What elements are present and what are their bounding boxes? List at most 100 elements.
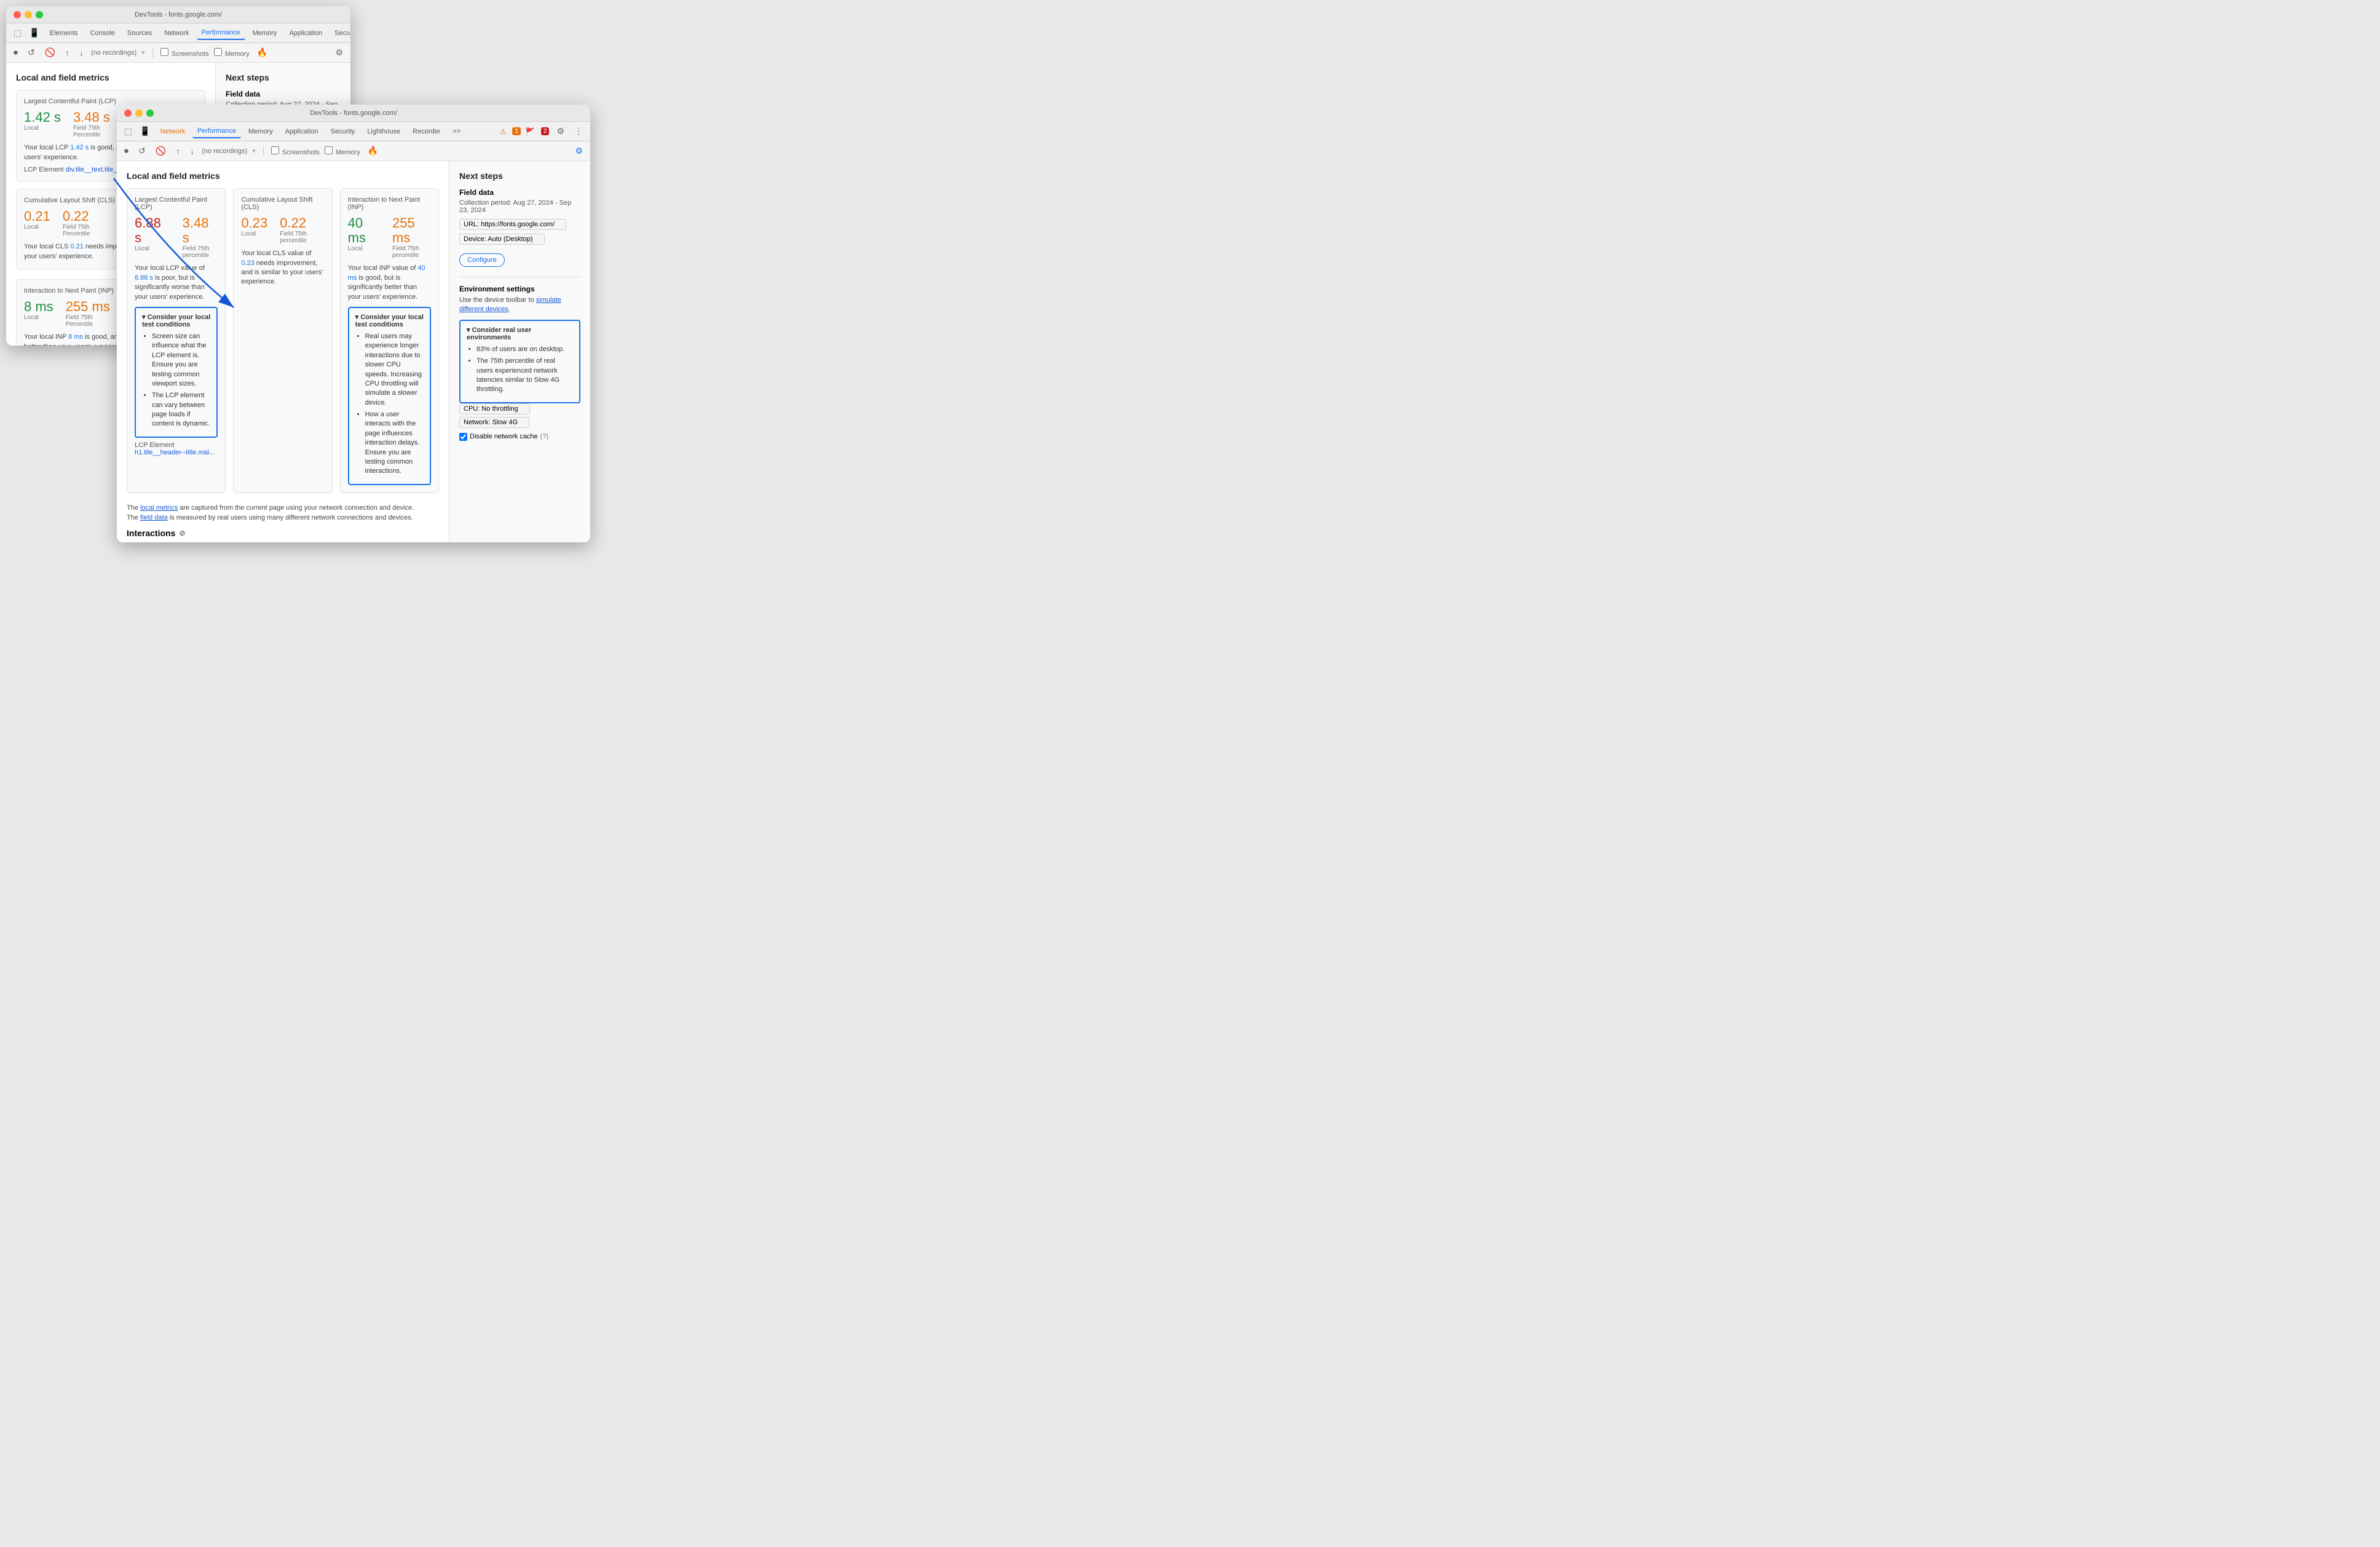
cls-desc-front: Your local CLS value of 0.23 needs impro… xyxy=(241,249,324,287)
url-dropdown-front[interactable]: URL: https://fonts.google.com/ xyxy=(459,219,566,230)
env-title-front: Environment settings xyxy=(459,285,580,293)
simulate-devices-link[interactable]: simulate different devices xyxy=(459,296,561,313)
minimize-button-front[interactable] xyxy=(135,109,143,117)
close-button[interactable] xyxy=(14,11,21,18)
field-data-title-back: Field data xyxy=(226,90,341,98)
toolbar2-front: ⏺ ↺ 🚫 ↑ ↓ (no recordings) ▾ Screenshots … xyxy=(117,141,590,161)
lcp-consider-item-2: The LCP element can vary between page lo… xyxy=(152,391,210,429)
devtools-inspect-icon[interactable]: ⬚ xyxy=(11,26,24,39)
lcp-element-value-front[interactable]: h1.tile__header--title.mai... xyxy=(135,449,215,456)
maximize-button-front[interactable] xyxy=(146,109,154,117)
memory-label: Memory xyxy=(214,48,250,58)
interactions-heading: Interactions ⊘ xyxy=(127,528,439,538)
error-icon-front: 🚩 xyxy=(526,127,535,136)
tab-memory-front[interactable]: Memory xyxy=(243,125,278,138)
error-count-front: 2 xyxy=(541,127,550,135)
memory-checkbox-front[interactable] xyxy=(325,146,333,154)
download-icon-front[interactable]: ↓ xyxy=(188,145,197,157)
next-steps-title-front: Next steps xyxy=(459,171,580,181)
separator-front xyxy=(263,146,264,156)
cls-field-back: 0.22 Field 75th Percentile xyxy=(63,209,90,237)
inp-consider-box-front: ▾ Consider your local test conditions Re… xyxy=(348,307,431,485)
dropdown-arrow[interactable]: ▾ xyxy=(141,49,145,57)
configure-button-front[interactable]: Configure xyxy=(459,253,505,267)
lcp-title-front: Largest Contentful Paint (LCP) xyxy=(135,196,218,211)
field-data-link[interactable]: field data xyxy=(140,514,168,521)
tab-performance-front[interactable]: Performance xyxy=(192,125,241,138)
upload-icon[interactable]: ↑ xyxy=(63,47,72,59)
tab-sources[interactable]: Sources xyxy=(122,27,157,39)
lcp-local-label-back: Local xyxy=(24,125,61,132)
metrics-row-front: Largest Contentful Paint (LCP) 6.88 s Lo… xyxy=(127,188,439,493)
tab-elements[interactable]: Elements xyxy=(45,27,83,39)
flame-icon-front[interactable]: 🔥 xyxy=(365,144,381,157)
disable-cache-checkbox[interactable] xyxy=(459,433,467,441)
content-right-front: Next steps Field data Collection period:… xyxy=(449,161,590,542)
lcp-field-sublabel-back: Percentile xyxy=(73,132,110,138)
no-recordings-front: (no recordings) xyxy=(202,148,247,155)
perf-settings-icon-front[interactable]: ⚙ xyxy=(572,144,585,157)
device-dropdown-front[interactable]: Device: Auto (Desktop) xyxy=(459,234,545,245)
memory-label-front: Memory xyxy=(325,146,360,156)
network-dropdown[interactable]: Network: Slow 4G xyxy=(459,417,529,428)
more-icon-front[interactable]: ⋮ xyxy=(572,125,585,138)
devtools-inspect-icon-front[interactable]: ⬚ xyxy=(122,125,135,138)
section-heading-front: Local and field metrics xyxy=(127,171,439,181)
clear-icon-front[interactable]: 🚫 xyxy=(153,144,168,157)
cls-local-value-front: 0.23 xyxy=(241,216,267,231)
lcp-field-front: 3.48 s Field 75th percentile xyxy=(183,216,218,259)
settings-icon-front[interactable]: ⚙ xyxy=(554,125,567,138)
tab-performance[interactable]: Performance xyxy=(197,26,245,40)
memory-checkbox[interactable] xyxy=(214,48,222,56)
interactions-label: Interactions xyxy=(127,528,175,538)
tab-application-front[interactable]: Application xyxy=(280,125,323,138)
inp-field-sublabel-back: Percentile xyxy=(66,321,110,328)
inp-consider-item-2: How a user interacts with the page influ… xyxy=(365,410,424,477)
next-steps-title-back: Next steps xyxy=(226,73,341,82)
network-select-row: Network: Slow 4G xyxy=(459,417,580,428)
screenshots-checkbox[interactable] xyxy=(160,48,168,56)
env-consider-item-1: 83% of users are on desktop. xyxy=(476,345,573,354)
reload-icon[interactable]: ↺ xyxy=(25,46,38,59)
cpu-dropdown[interactable]: CPU: No throttling xyxy=(459,403,530,414)
tab-recorder-front[interactable]: Recorder xyxy=(408,125,445,138)
perf-settings-icon[interactable]: ⚙ xyxy=(333,46,346,59)
inp-field-back: 255 ms Field 75th Percentile xyxy=(66,299,110,328)
record-icon-front[interactable]: ⏺ xyxy=(122,144,131,157)
tab-security[interactable]: Security xyxy=(330,27,350,39)
lcp-field-label-front: Field 75th xyxy=(183,245,218,252)
lcp-values-front: 6.88 s Local 3.48 s Field 75th percentil… xyxy=(135,216,218,259)
title-bar-front: DevTools - fonts.google.com/ xyxy=(117,105,590,122)
reload-icon-front[interactable]: ↺ xyxy=(136,144,148,157)
env-description-front: Use the device toolbar to simulate diffe… xyxy=(459,296,580,315)
tab-security-front[interactable]: Security xyxy=(326,125,360,138)
tab-more-front[interactable]: >> xyxy=(448,125,465,138)
upload-icon-front[interactable]: ↑ xyxy=(173,145,183,157)
flame-icon[interactable]: 🔥 xyxy=(255,46,270,59)
close-button-front[interactable] xyxy=(124,109,132,117)
cls-local-front: 0.23 Local xyxy=(241,216,267,244)
dropdown-arrow-front[interactable]: ▾ xyxy=(252,147,256,155)
device-select-front: Device: Auto (Desktop) xyxy=(459,234,580,245)
tab-application[interactable]: Application xyxy=(284,27,327,39)
tab-console[interactable]: Console xyxy=(85,27,120,39)
maximize-button[interactable] xyxy=(36,11,43,18)
tab-memory[interactable]: Memory xyxy=(248,27,282,39)
screenshots-checkbox-front[interactable] xyxy=(271,146,279,154)
download-icon[interactable]: ↓ xyxy=(77,47,86,59)
clear-icon[interactable]: 🚫 xyxy=(42,46,58,59)
tab-lighthouse-front[interactable]: Lighthouse xyxy=(362,125,405,138)
tab-network[interactable]: Network xyxy=(159,27,194,39)
no-recordings: (no recordings) xyxy=(91,49,136,57)
devtools-mobile-icon[interactable]: 📱 xyxy=(26,26,42,39)
lcp-consider-list-front: Screen size can influence what the LCP e… xyxy=(142,332,210,429)
devtools-mobile-icon-front[interactable]: 📱 xyxy=(137,125,152,138)
local-metrics-link[interactable]: local metrics xyxy=(140,504,178,512)
record-icon[interactable]: ⏺ xyxy=(11,46,20,59)
inp-consider-list-front: Real users may experience longer interac… xyxy=(355,332,424,477)
warning-icon-front: ⚠ xyxy=(500,127,507,136)
tab-network-front[interactable]: Network xyxy=(156,125,190,138)
lcp-local-front: 6.88 s Local xyxy=(135,216,170,259)
inp-local-label-back: Local xyxy=(24,314,53,321)
minimize-button[interactable] xyxy=(25,11,32,18)
